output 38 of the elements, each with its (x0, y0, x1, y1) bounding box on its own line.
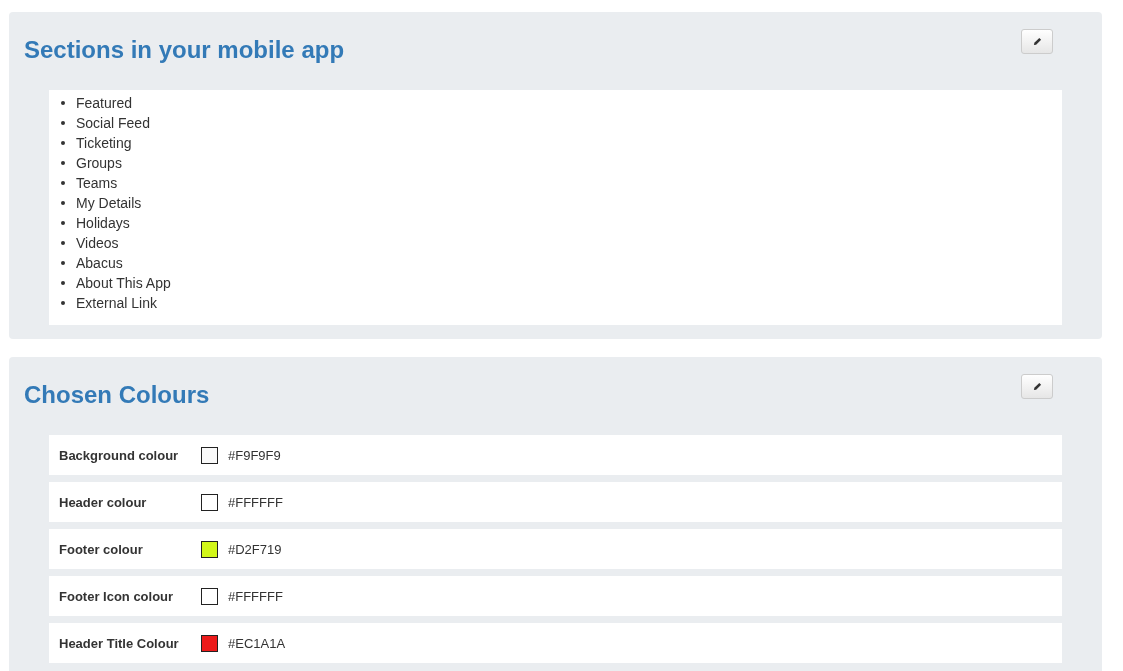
section-item: My Details (76, 195, 142, 211)
colour-value: #D2F719 (228, 541, 282, 557)
section-item: Videos (76, 235, 119, 251)
pencil-icon (1032, 37, 1042, 46)
colour-label: Header Title Colour (59, 635, 180, 651)
section-item: Featured (76, 95, 133, 111)
bullet-icon (61, 221, 65, 225)
bullet-icon (61, 161, 65, 165)
bullet-icon (61, 301, 65, 305)
bullet-icon (61, 261, 65, 265)
section-item: External Link (76, 295, 157, 311)
section-item: About This App (76, 275, 171, 291)
colour-label: Footer Icon colour (59, 588, 175, 604)
bullet-icon (61, 281, 65, 285)
bullet-icon (61, 121, 65, 125)
colour-value: #EC1A1A (228, 635, 286, 651)
section-item: Ticketing (76, 135, 132, 151)
edit-button[interactable] (1021, 29, 1053, 54)
bullet-icon (61, 101, 65, 105)
edit-button[interactable] (1021, 374, 1053, 399)
section-item: Groups (76, 155, 122, 171)
pencil-icon (1032, 382, 1042, 391)
section-item: Holidays (76, 215, 130, 231)
section-item: Social Feed (76, 115, 150, 131)
bullet-icon (61, 241, 65, 245)
section-item: Abacus (76, 255, 123, 271)
colour-value: #FFFFFF (228, 494, 283, 510)
colour-value: #FFFFFF (228, 588, 283, 604)
bullet-icon (61, 181, 65, 185)
section-item: Teams (76, 175, 118, 191)
panel-title: Chosen Colours (24, 381, 210, 409)
colour-label: Background colour (59, 447, 180, 463)
colour-label: Header colour (59, 494, 148, 510)
bullet-icon (61, 201, 65, 205)
panel-title: Sections in your mobile app (24, 36, 345, 64)
colour-label: Footer colour (59, 541, 144, 557)
bullet-icon (61, 141, 65, 145)
colour-value: #F9F9F9 (228, 447, 281, 463)
